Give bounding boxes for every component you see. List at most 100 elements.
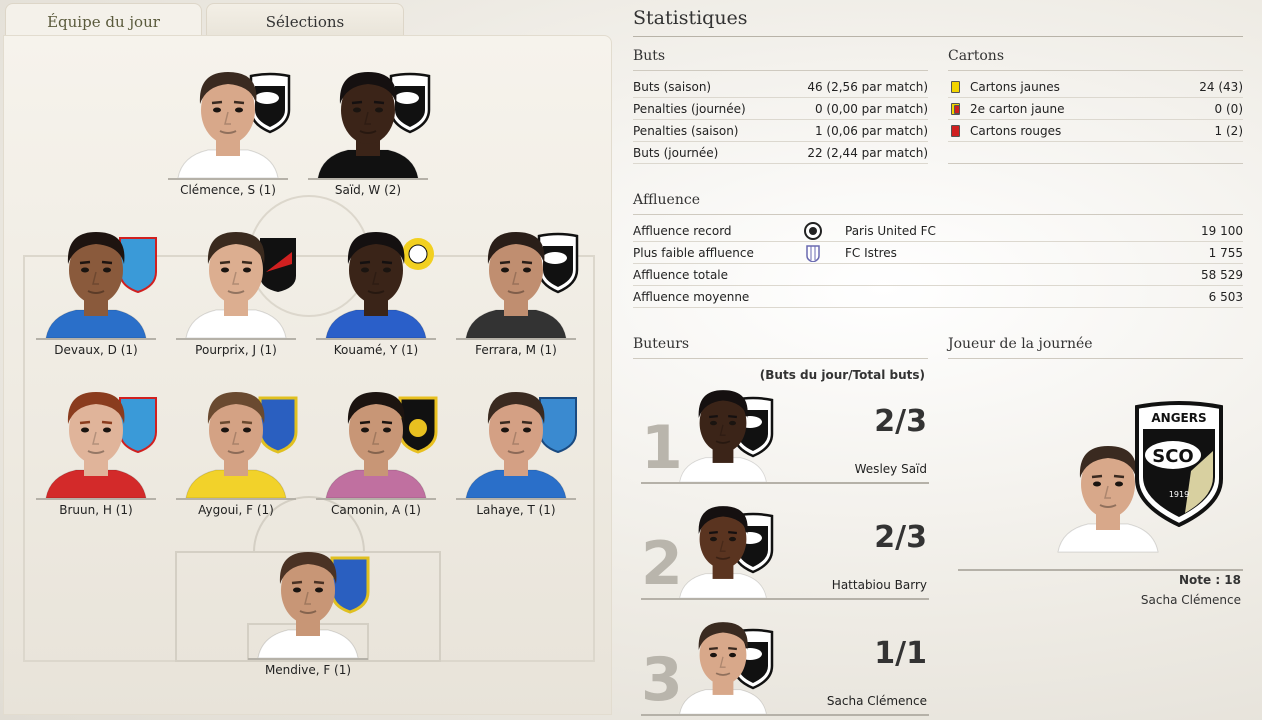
player-face-icon (177, 72, 279, 178)
scorer-goals: 2/3 (874, 520, 927, 555)
player-face-icon (257, 552, 359, 658)
buts-row-label: Penalties (journée) (633, 102, 746, 116)
player-name[interactable]: Ferrara, M (1) (436, 343, 596, 357)
scorer-name[interactable]: Wesley Saïd (855, 462, 927, 476)
player-underline (36, 498, 156, 500)
cartons-row-value: 24 (43) (1199, 80, 1243, 94)
potd-name[interactable]: Sacha Clémence (958, 593, 1241, 607)
affluence-row: Affluence record Paris United FC 19 100 (633, 220, 1243, 242)
affluence-club-name[interactable]: FC Istres (845, 242, 897, 264)
cartons-row-value: 1 (2) (1214, 124, 1243, 138)
affluence-divider (633, 214, 1243, 215)
player-name[interactable]: Clémence, S (1) (148, 183, 308, 197)
stats-title-divider (633, 36, 1243, 37)
buts-title: Buts (633, 48, 666, 64)
player-name[interactable]: Devaux, D (1) (16, 343, 176, 357)
player-name[interactable]: Saïd, W (2) (288, 183, 448, 197)
buts-row-value: 22 (2,44 par match) (807, 146, 928, 160)
affluence-row: Affluence moyenne 6 503 (633, 286, 1243, 308)
svg-text:SCO: SCO (1152, 446, 1193, 467)
scorer-name[interactable]: Hattabiou Barry (832, 578, 927, 592)
buteurs-title: Buteurs (633, 336, 690, 352)
joueur-journee-title: Joueur de la journée (948, 336, 1093, 352)
affluence-row-value: 1 755 (1208, 246, 1243, 260)
player-card[interactable]: Lahaye, T (1) (456, 378, 577, 538)
cartons-divider (948, 70, 1243, 71)
scorer-entry[interactable]: 2 2/3 Hattabiou Barry (641, 488, 929, 600)
player-face-icon (185, 232, 287, 338)
row-separator (948, 163, 1243, 164)
player-underline (308, 178, 428, 180)
player-portrait (168, 58, 291, 178)
player-portrait (316, 378, 438, 498)
joueur-journee-divider (948, 358, 1243, 359)
player-portrait (176, 378, 298, 498)
row-separator (633, 163, 928, 164)
cartons-row-label: 2e carton jaune (970, 102, 1065, 116)
tab-equipe-du-jour[interactable]: Équipe du jour (5, 3, 202, 37)
player-name[interactable]: Bruun, H (1) (16, 503, 176, 517)
player-card[interactable]: Ferrara, M (1) (456, 218, 579, 378)
buts-row-label: Buts (saison) (633, 80, 712, 94)
affluence-club-name[interactable]: Paris United FC (845, 220, 936, 242)
player-card[interactable]: Camonin, A (1) (316, 378, 438, 538)
player-portrait (176, 218, 296, 338)
row-separator (948, 141, 1243, 142)
joueur-journee-card[interactable]: ANGERS SCO 1919 (958, 395, 1243, 571)
buts-row: Penalties (saison) 1 (0,06 par match) (633, 120, 928, 142)
scorer-name[interactable]: Sacha Clémence (827, 694, 927, 708)
player-card[interactable]: Clémence, S (1) (168, 58, 291, 218)
red-card-icon (951, 125, 960, 137)
player-card[interactable]: Aygoui, F (1) (176, 378, 298, 538)
affluence-row-value: 58 529 (1201, 268, 1243, 282)
player-portrait (36, 378, 157, 498)
potd-note: Note : 18 (1178, 573, 1241, 587)
player-name[interactable]: Camonin, A (1) (296, 503, 456, 517)
player-underline (456, 498, 576, 500)
scorer-goals: 1/1 (874, 636, 927, 671)
player-portrait (36, 218, 157, 338)
affluence-row-label: Affluence moyenne (633, 290, 750, 304)
affluence-row: Plus faible affluence FC Istres 1 755 (633, 242, 1243, 264)
player-underline (248, 658, 368, 660)
player-card[interactable]: Kouamé, Y (1) (316, 218, 436, 378)
cartons-row: 2e carton jaune 0 (0) (948, 98, 1243, 120)
player-name[interactable]: Mendive, F (1) (228, 663, 388, 677)
player-face-icon (325, 232, 427, 338)
scorer-underline (641, 482, 929, 484)
cartons-row-value: 0 (0) (1214, 102, 1243, 116)
player-face-icon (679, 390, 767, 482)
player-card[interactable]: Devaux, D (1) (36, 218, 157, 378)
angers-sco-crest-icon: ANGERS SCO 1919 (1135, 401, 1223, 527)
player-name[interactable]: Kouamé, Y (1) (296, 343, 456, 357)
tab-selections[interactable]: Sélections (206, 3, 404, 37)
player-card[interactable]: Pourprix, J (1) (176, 218, 296, 378)
player-underline (176, 338, 296, 340)
affluence-row-label: Affluence totale (633, 268, 729, 282)
scorer-entry[interactable]: 1 2/3 Wesley Saïd (641, 372, 929, 484)
scorer-underline (641, 598, 929, 600)
player-face-icon (325, 392, 427, 498)
player-card[interactable]: Bruun, H (1) (36, 378, 157, 538)
player-face-icon (465, 392, 567, 498)
scorer-portrait (671, 494, 791, 598)
affluence-row-label: Plus faible affluence (633, 246, 754, 260)
scorer-goals: 2/3 (874, 404, 927, 439)
svg-text:1919: 1919 (1169, 490, 1189, 499)
scorer-portrait (671, 378, 791, 482)
player-portrait (456, 218, 579, 338)
scorer-portrait (671, 610, 791, 714)
player-card[interactable]: Mendive, F (1) (248, 538, 370, 698)
buts-row-label: Buts (journée) (633, 146, 719, 160)
cartons-row-label: Cartons jaunes (970, 80, 1060, 94)
svg-text:ANGERS: ANGERS (1151, 411, 1206, 425)
cartons-row-label: Cartons rouges (970, 124, 1062, 138)
yellow-card-icon (951, 81, 960, 93)
player-name[interactable]: Pourprix, J (1) (156, 343, 316, 357)
player-underline (316, 498, 436, 500)
player-name[interactable]: Lahaye, T (1) (436, 503, 596, 517)
player-card[interactable]: Saïd, W (2) (308, 58, 431, 218)
scorer-entry[interactable]: 3 1/1 Sacha Clémence (641, 604, 929, 716)
buts-row-value: 1 (0,06 par match) (814, 124, 928, 138)
player-name[interactable]: Aygoui, F (1) (156, 503, 316, 517)
